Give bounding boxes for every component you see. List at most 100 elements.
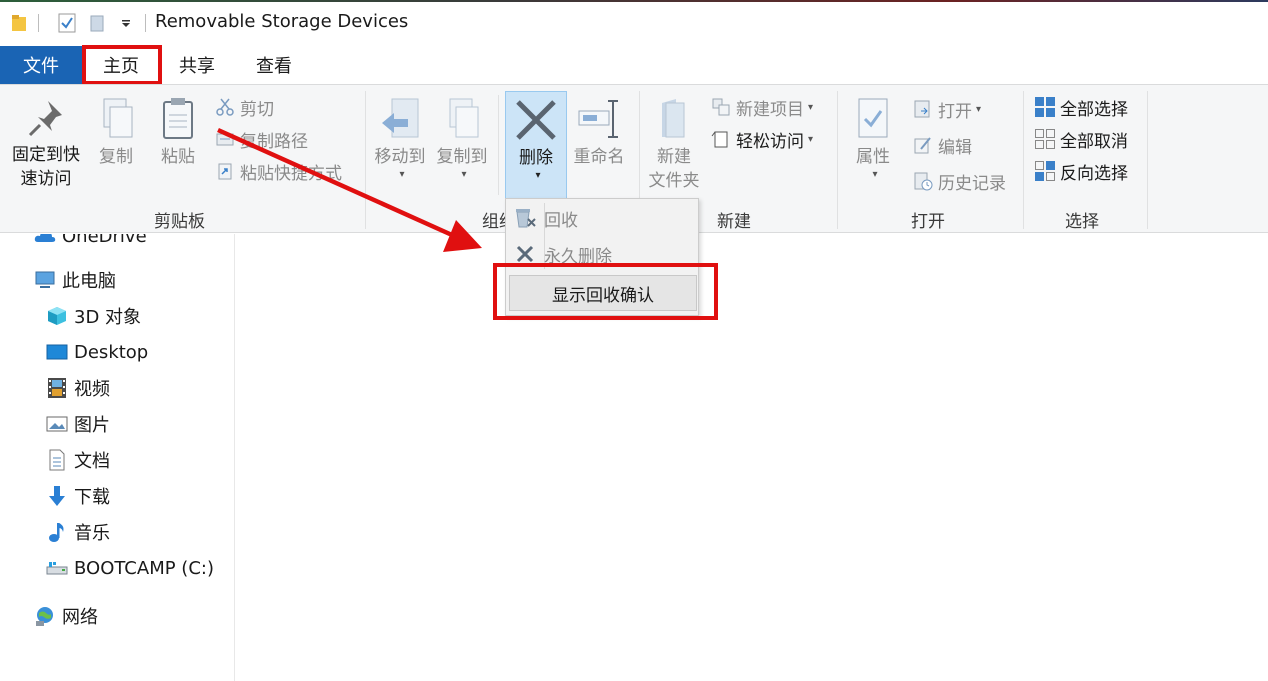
properties-button[interactable]: 属性 ▾ [846,97,900,180]
group-label-select: 选择 [1065,212,1099,232]
paste-shortcut-button[interactable]: 粘贴快捷方式 [214,157,342,185]
desktop-strip [0,0,1268,2]
cube-3d-icon [46,305,68,327]
recycle-bin-icon [506,207,544,229]
move-to-button[interactable]: 移动到 ▾ [370,97,430,180]
nav-item-music[interactable]: 音乐 [46,518,110,546]
paste-button[interactable]: 粘贴 [156,97,200,169]
nav-item-this-pc[interactable]: 此电脑 [34,266,116,294]
customize-quick-access-chevron-icon[interactable] [116,12,136,34]
invert-selection-button[interactable]: 反向选择 [1034,157,1128,185]
menu-item-permanent-delete[interactable]: 永久删除 [506,237,698,271]
copy-path-icon [214,128,236,150]
easy-access-label: 轻松访问 [736,131,804,152]
select-all-label: 全部选择 [1060,99,1128,120]
cut-button[interactable]: 剪切 [214,93,274,121]
rename-label: 重命名 [573,147,625,167]
copy-to-label: 复制到 [436,147,488,167]
film-icon [46,377,68,399]
menu-tabs: 文件 主页 共享 查看 [0,46,1268,84]
history-button[interactable]: 历史记录 [912,167,1006,195]
move-to-label: 移动到 [374,147,426,167]
copy-path-button[interactable]: 复制路径 [214,125,308,153]
copy-button[interactable]: 复制 [94,97,138,169]
open-button[interactable]: 打开 ▾ [912,95,981,123]
new-folder-button[interactable]: 新建 文件夹 [644,97,704,193]
file-list-area[interactable] [236,234,1268,681]
move-to-dropdown-icon: ▾ [399,169,405,180]
new-item-label: 新建项目 [736,99,804,120]
invert-selection-icon [1034,160,1056,182]
nav-label-bootcamp: BOOTCAMP (C:) [74,557,214,579]
select-none-button[interactable]: 全部取消 [1034,125,1128,153]
delete-button[interactable]: 删除 ▾ [505,91,567,199]
group-label-open: 打开 [911,212,945,232]
x-icon [506,244,544,264]
paste-shortcut-label: 粘贴快捷方式 [240,163,342,184]
new-item-icon [710,96,732,118]
select-all-button[interactable]: 全部选择 [1034,93,1128,121]
group-separator [1147,91,1148,229]
menu-item-recycle[interactable]: 回收 [506,201,698,235]
open-label: 打开 [938,101,972,122]
computer-icon [34,269,56,291]
new-folder-icon[interactable] [86,12,108,34]
music-note-icon [46,521,68,543]
paste-clipboard-icon [158,97,198,145]
qa-separator [145,14,146,32]
group-separator [1023,91,1024,229]
pin-quick-access-button[interactable]: 固定到快 速访问 [6,97,86,191]
menu-item-show-recycle-confirmation[interactable]: 显示回收确认 [509,275,697,311]
nav-item-videos[interactable]: 视频 [46,374,110,402]
new-item-button[interactable]: 新建项目 ▾ [710,93,813,121]
nav-label-desktop: Desktop [74,341,149,363]
properties-icon [853,97,893,145]
new-folder-label-line2: 文件夹 [648,171,700,191]
new-item-dropdown-icon: ▾ [808,101,814,113]
cut-label: 剪切 [240,99,274,120]
properties-check-icon[interactable] [56,12,78,34]
copy-to-button[interactable]: 复制到 ▾ [432,97,492,180]
open-icon [912,98,934,120]
tab-home[interactable]: 主页 [82,46,160,84]
onedrive-cloud-icon [34,234,56,247]
copy-to-dropdown-icon: ▾ [461,169,467,180]
paste-label: 粘贴 [161,147,195,167]
delete-label: 删除 [519,148,553,168]
tab-share[interactable]: 共享 [160,46,234,84]
pin-label-line2: 速访问 [20,169,72,189]
nav-label-this-pc: 此电脑 [62,271,116,292]
nav-item-bootcamp-drive[interactable]: BOOTCAMP (C:) [46,554,214,582]
tab-view[interactable]: 查看 [234,46,314,84]
nav-item-documents[interactable]: 文档 [46,446,110,474]
history-label: 历史记录 [938,173,1006,194]
nav-label-videos: 视频 [74,379,110,400]
delete-x-icon [514,98,558,146]
nav-item-pictures[interactable]: 图片 [46,410,110,438]
navigation-pane[interactable]: OneDrive 此电脑 3D 对象 Desktop 视频 图片 文档 下载 音… [0,234,235,681]
invert-selection-label: 反向选择 [1060,163,1128,184]
nav-item-onedrive[interactable]: OneDrive [34,234,147,250]
move-to-icon [378,97,422,145]
nav-label-downloads: 下载 [74,487,110,508]
nav-item-desktop[interactable]: Desktop [46,338,148,366]
edit-pencil-icon [912,134,934,156]
delete-dropdown-icon: ▾ [535,170,541,181]
edit-label: 编辑 [938,137,972,158]
tab-file[interactable]: 文件 [0,46,82,84]
download-arrow-icon [46,485,68,507]
easy-access-button[interactable]: 轻松访问 ▾ [710,125,813,153]
copy-to-icon [440,97,484,145]
organize-inner-separator [498,95,499,195]
edit-button[interactable]: 编辑 [912,131,972,159]
nav-item-network[interactable]: 网络 [34,602,98,630]
nav-item-3d-objects[interactable]: 3D 对象 [46,302,141,330]
rename-button[interactable]: 重命名 [568,97,630,169]
rename-icon [575,97,623,145]
nav-label-3d-objects: 3D 对象 [74,307,142,328]
properties-dropdown-icon: ▾ [872,169,878,180]
title-bar: Removable Storage Devices [0,0,1268,46]
menu-label-permanent-delete: 永久删除 [544,246,612,267]
nav-item-downloads[interactable]: 下载 [46,482,110,510]
group-label-clipboard: 剪贴板 [154,212,205,232]
